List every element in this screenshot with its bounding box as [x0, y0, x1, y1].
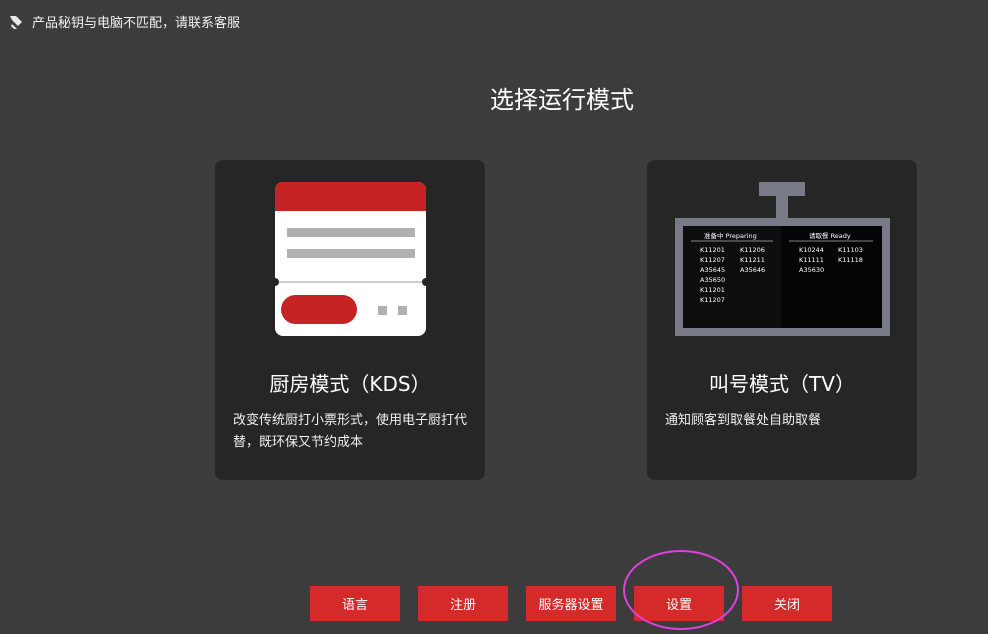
- tv-mode-card[interactable]: 准备中 Preparing 请取餐 Ready K11201 K11207 A356…: [647, 160, 917, 480]
- settings-button[interactable]: 设置: [634, 586, 724, 621]
- wrench-icon: [10, 15, 22, 29]
- order-number: K11207: [700, 256, 725, 264]
- order-number: K11206: [740, 246, 765, 254]
- tv-display-icon: 准备中 Preparing 请取餐 Ready K11201 K11207 A356…: [675, 182, 890, 336]
- order-number: A35650: [700, 276, 725, 284]
- preparing-column-2: K11206 K11211 A35646: [740, 246, 765, 274]
- license-warning: 产品秘钥与电脑不匹配，请联系客服: [8, 12, 240, 31]
- ready-column-1: K10244 K11111 A35630: [799, 246, 824, 274]
- order-number: K11207: [700, 296, 725, 304]
- order-number: K11201: [700, 246, 725, 254]
- register-button[interactable]: 注册: [418, 586, 508, 621]
- order-number: K10244: [799, 246, 824, 254]
- kds-card-description: 改变传统厨打小票形式，使用电子厨打代替，既环保又节约成本: [233, 413, 468, 450]
- tv-card-description: 通知顾客到取餐处自助取餐: [665, 413, 822, 428]
- tv-card-title: 叫号模式（TV）: [709, 372, 855, 396]
- order-number: K11211: [740, 256, 765, 264]
- order-number: K11111: [799, 256, 824, 264]
- page-title: 选择运行模式: [490, 86, 634, 114]
- order-number: K11103: [838, 246, 863, 254]
- order-number: A35645: [700, 266, 725, 274]
- close-button[interactable]: 关闭: [742, 586, 832, 621]
- action-bar: 语言 注册 服务器设置 设置 关闭: [0, 586, 988, 622]
- language-button[interactable]: 语言: [310, 586, 400, 621]
- server-settings-button[interactable]: 服务器设置: [526, 586, 616, 621]
- preparing-label: 准备中 Preparing: [704, 231, 757, 240]
- order-number: K11201: [700, 286, 725, 294]
- ready-label: 请取餐 Ready: [809, 231, 851, 240]
- kds-mode-card[interactable]: 厨房模式（KDS） 改变传统厨打小票形式，使用电子厨打代替，既环保又节约成本: [215, 160, 485, 480]
- order-number: K11118: [838, 256, 863, 264]
- warning-text: 产品秘钥与电脑不匹配，请联系客服: [32, 16, 241, 31]
- order-number: A35646: [740, 266, 765, 274]
- kds-card-title: 厨房模式（KDS）: [269, 372, 431, 396]
- order-number: A35630: [799, 266, 824, 274]
- kitchen-ticket-icon: [271, 182, 430, 336]
